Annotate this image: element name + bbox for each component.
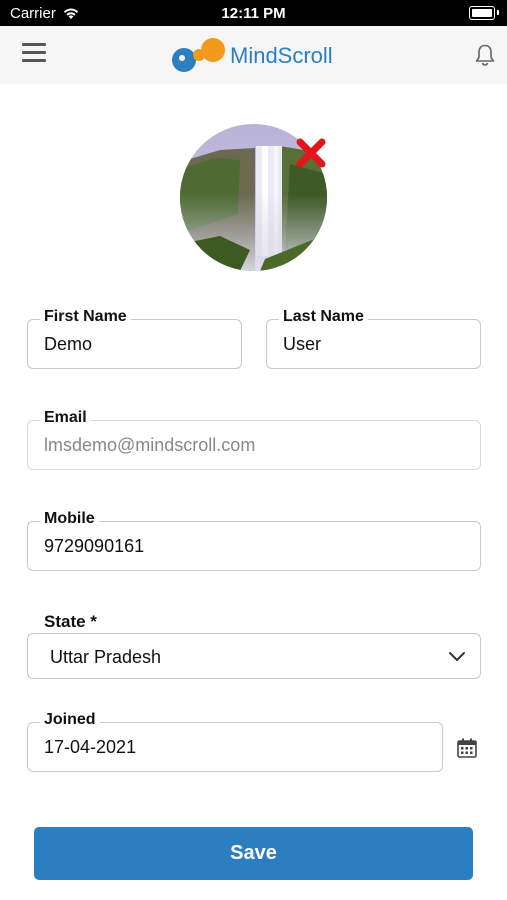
email-field: Email: [27, 409, 481, 470]
brand-name: MindScroll: [230, 43, 333, 68]
first-name-field: First Name: [27, 308, 242, 369]
hamburger-menu-icon[interactable]: [22, 43, 46, 63]
clock: 12:11 PM: [221, 5, 286, 22]
joined-date-input[interactable]: [44, 723, 432, 771]
app-header: MindScroll: [0, 26, 507, 84]
mindscroll-logo: MindScroll: [168, 36, 348, 74]
first-name-input[interactable]: [44, 320, 231, 368]
joined-field: Joined: [27, 711, 443, 772]
save-button[interactable]: Save: [34, 827, 473, 880]
mobile-field: Mobile: [27, 510, 481, 571]
status-bar: Carrier 12:11 PM: [0, 0, 507, 26]
state-selected-value: Uttar Pradesh: [50, 647, 162, 667]
state-label: State *: [44, 612, 97, 631]
remove-photo-icon[interactable]: [295, 138, 327, 168]
calendar-icon[interactable]: [456, 737, 478, 759]
last-name-field: Last Name: [266, 308, 481, 369]
battery-icon: [469, 6, 499, 20]
chevron-down-icon: [449, 652, 465, 661]
last-name-input[interactable]: [283, 320, 470, 368]
logo-mark-icon: [172, 38, 225, 72]
state-select[interactable]: Uttar Pradesh: [27, 633, 481, 679]
bell-icon[interactable]: [474, 43, 496, 67]
mobile-input[interactable]: [44, 522, 470, 570]
email-input[interactable]: [44, 421, 470, 469]
